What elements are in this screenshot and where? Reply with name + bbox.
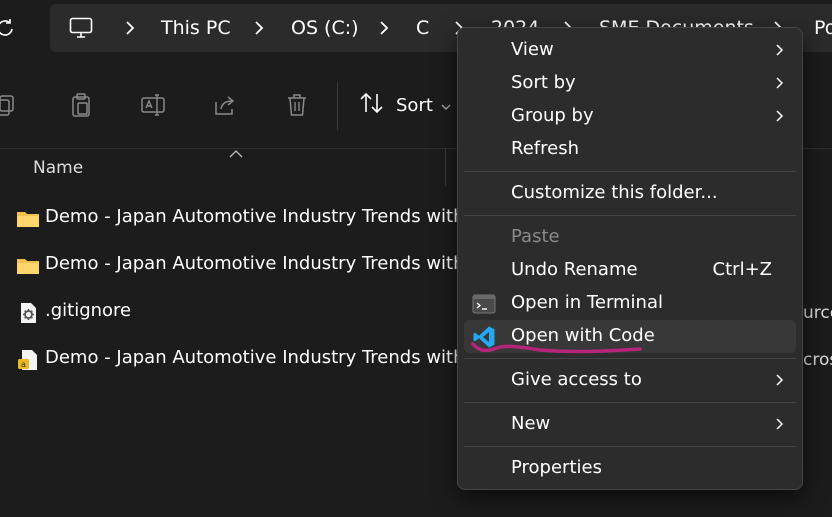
- breadcrumb-chevron-icon[interactable]: [376, 19, 392, 37]
- svg-text:a: a: [21, 360, 26, 369]
- sort-button[interactable]: Sort: [358, 90, 451, 120]
- list-item[interactable]: a Demo - Japan Automotive Industry Trend…: [0, 338, 482, 382]
- copy-icon[interactable]: [0, 92, 18, 118]
- menu-item-label: Open with Code: [511, 325, 655, 346]
- document-file-icon: a: [16, 348, 40, 372]
- breadcrumb-chevron-icon[interactable]: [122, 19, 138, 37]
- chevron-right-icon: [776, 374, 784, 386]
- menu-item-label: New: [511, 413, 551, 434]
- sort-label: Sort: [396, 94, 433, 116]
- menu-item-give-access-to[interactable]: Give access to: [464, 364, 796, 397]
- vscode-icon: [472, 325, 496, 349]
- list-item[interactable]: Demo - Japan Automotive Industry Trends …: [0, 244, 482, 288]
- breadcrumb-chevron-icon[interactable]: [251, 19, 267, 37]
- menu-item-group-by[interactable]: Group by: [464, 100, 796, 133]
- file-name: .gitignore: [45, 300, 132, 321]
- menu-separator: [464, 446, 796, 447]
- column-fragment-text: urce: [803, 303, 832, 323]
- menu-separator: [464, 215, 796, 216]
- column-divider[interactable]: [445, 148, 446, 186]
- column-name[interactable]: Name: [33, 158, 83, 178]
- breadcrumb-partial[interactable]: Po: [814, 4, 832, 52]
- menu-item-label: Group by: [511, 105, 594, 126]
- folder-icon: [16, 207, 40, 231]
- menu-item-label: Sort by: [511, 72, 576, 93]
- list-item[interactable]: Demo - Japan Automotive Industry Trends …: [0, 197, 482, 241]
- toolbar-divider: [337, 82, 338, 130]
- menu-item-paste[interactable]: Paste: [464, 221, 796, 254]
- menu-item-undo-rename[interactable]: Undo Rename Ctrl+Z: [464, 254, 796, 287]
- menu-item-customize-folder[interactable]: Customize this folder...: [464, 177, 796, 210]
- menu-item-label: Open in Terminal: [511, 292, 663, 313]
- file-name: Demo - Japan Automotive Industry Trends …: [45, 206, 482, 227]
- chevron-right-icon: [776, 418, 784, 430]
- delete-icon[interactable]: [284, 92, 310, 118]
- rename-icon[interactable]: [140, 92, 166, 118]
- menu-item-properties[interactable]: Properties: [464, 452, 796, 485]
- breadcrumb-c[interactable]: C: [416, 4, 429, 52]
- list-item[interactable]: .gitignore: [0, 291, 460, 335]
- menu-item-label: Give access to: [511, 369, 642, 390]
- paste-icon[interactable]: [68, 92, 94, 118]
- menu-item-view[interactable]: View: [464, 34, 796, 67]
- menu-item-open-in-terminal[interactable]: Open in Terminal: [464, 287, 796, 320]
- computer-icon[interactable]: [69, 17, 93, 43]
- file-name: Demo - Japan Automotive Industry Trends …: [45, 347, 482, 368]
- menu-item-label: Refresh: [511, 138, 579, 159]
- share-icon[interactable]: [212, 92, 238, 118]
- shortcut-label: Ctrl+Z: [712, 259, 772, 280]
- menu-item-label: Customize this folder...: [511, 182, 718, 203]
- chevron-right-icon: [776, 110, 784, 122]
- menu-separator: [464, 358, 796, 359]
- menu-separator: [464, 171, 796, 172]
- menu-item-refresh[interactable]: Refresh: [464, 133, 796, 166]
- menu-item-sort-by[interactable]: Sort by: [464, 67, 796, 100]
- context-menu: View Sort by Group by Refresh Customize …: [457, 27, 803, 490]
- menu-separator: [464, 402, 796, 403]
- sort-ascending-icon: [229, 144, 243, 163]
- folder-icon: [16, 254, 40, 278]
- breadcrumb-this-pc[interactable]: This PC: [161, 4, 231, 52]
- settings-file-icon: [16, 301, 40, 325]
- refresh-icon[interactable]: [0, 14, 16, 42]
- menu-item-open-with-code[interactable]: Open with Code: [464, 320, 796, 353]
- column-fragment-text: cros: [803, 350, 832, 370]
- terminal-icon: [472, 292, 496, 316]
- chevron-right-icon: [776, 77, 784, 89]
- chevron-down-icon: [441, 96, 451, 115]
- breadcrumb-os-c[interactable]: OS (C:): [291, 4, 359, 52]
- menu-item-label: Paste: [511, 226, 560, 247]
- file-name: Demo - Japan Automotive Industry Trends …: [45, 253, 482, 274]
- menu-item-new[interactable]: New: [464, 408, 796, 441]
- sort-icon: [358, 91, 386, 119]
- menu-item-label: View: [511, 39, 554, 60]
- menu-item-label: Undo Rename: [511, 259, 638, 280]
- chevron-right-icon: [776, 44, 784, 56]
- menu-item-label: Properties: [511, 457, 602, 478]
